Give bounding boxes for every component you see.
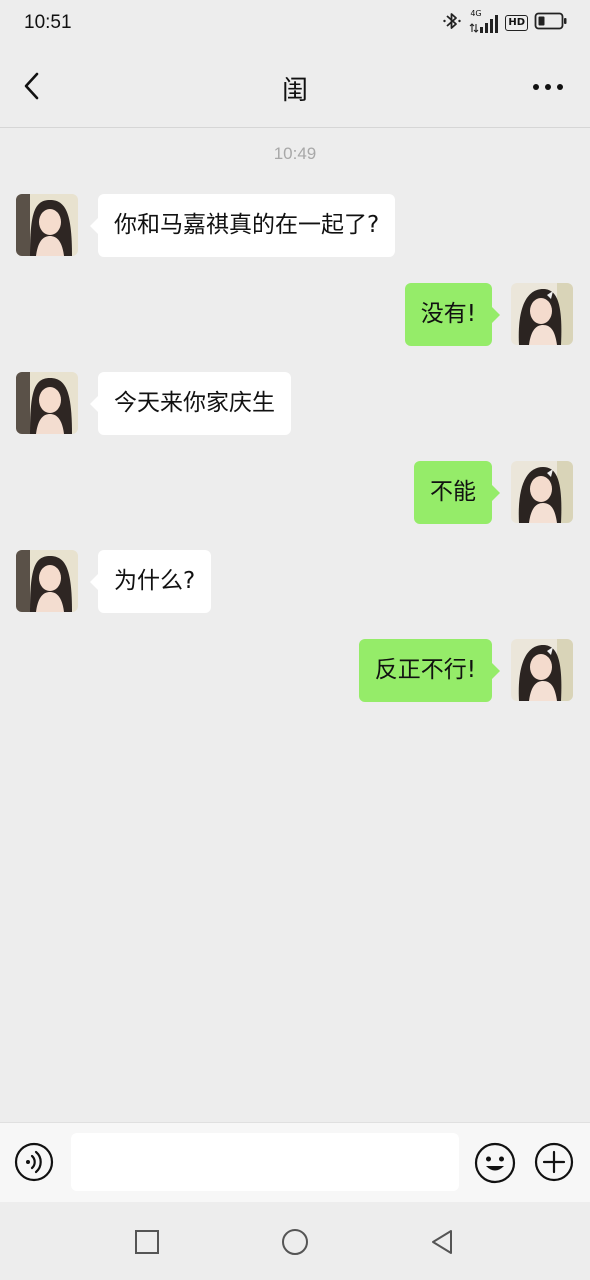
contact-avatar[interactable] xyxy=(16,372,78,434)
back-triangle-icon xyxy=(432,1230,452,1254)
status-time: 10:51 xyxy=(24,12,72,33)
my-avatar[interactable] xyxy=(511,283,573,345)
message-bubble-outgoing[interactable]: 反正不行! xyxy=(358,639,501,702)
contact-avatar[interactable] xyxy=(16,550,78,612)
my-avatar[interactable] xyxy=(511,639,573,701)
system-back-button[interactable] xyxy=(425,1225,459,1259)
status-icons: 4G HD xyxy=(441,9,568,36)
voice-icon xyxy=(14,1142,54,1182)
my-avatar[interactable] xyxy=(511,461,573,523)
chat-title: 闺 xyxy=(281,76,308,106)
message-bubble-incoming[interactable]: 为什么? xyxy=(89,550,212,613)
chat-header: 闺 xyxy=(0,48,590,128)
bluetooth-icon xyxy=(441,10,463,36)
input-bar xyxy=(0,1122,590,1202)
signal-icon: 4G xyxy=(469,9,499,34)
battery-icon xyxy=(534,11,568,35)
message-input[interactable] xyxy=(71,1133,459,1191)
message-bubble-outgoing[interactable]: 没有! xyxy=(404,283,501,346)
home-circle-icon xyxy=(282,1229,308,1255)
network-label: 4G xyxy=(470,9,482,18)
chat-timestamp: 10:49 xyxy=(273,144,317,163)
more-button[interactable] xyxy=(526,72,570,102)
system-navigation-bar xyxy=(0,1202,590,1280)
message-bubble-outgoing[interactable]: 不能 xyxy=(414,461,500,524)
emoji-icon xyxy=(474,1142,516,1184)
voice-button[interactable] xyxy=(14,1142,54,1182)
recents-square-icon xyxy=(135,1230,159,1254)
recents-button[interactable] xyxy=(130,1225,164,1259)
message-bubble-incoming[interactable]: 你和马嘉祺真的在一起了? xyxy=(89,194,396,257)
message-bubble-incoming[interactable]: 今天来你家庆生 xyxy=(90,372,291,435)
contact-avatar[interactable] xyxy=(16,194,78,256)
status-bar: 10:51 4G HD xyxy=(0,0,590,48)
home-button[interactable] xyxy=(278,1225,312,1259)
more-functions-button[interactable] xyxy=(534,1142,574,1182)
more-icon xyxy=(533,84,563,90)
emoji-button[interactable] xyxy=(474,1142,516,1184)
hd-icon: HD xyxy=(505,15,528,31)
plus-icon xyxy=(534,1142,574,1182)
